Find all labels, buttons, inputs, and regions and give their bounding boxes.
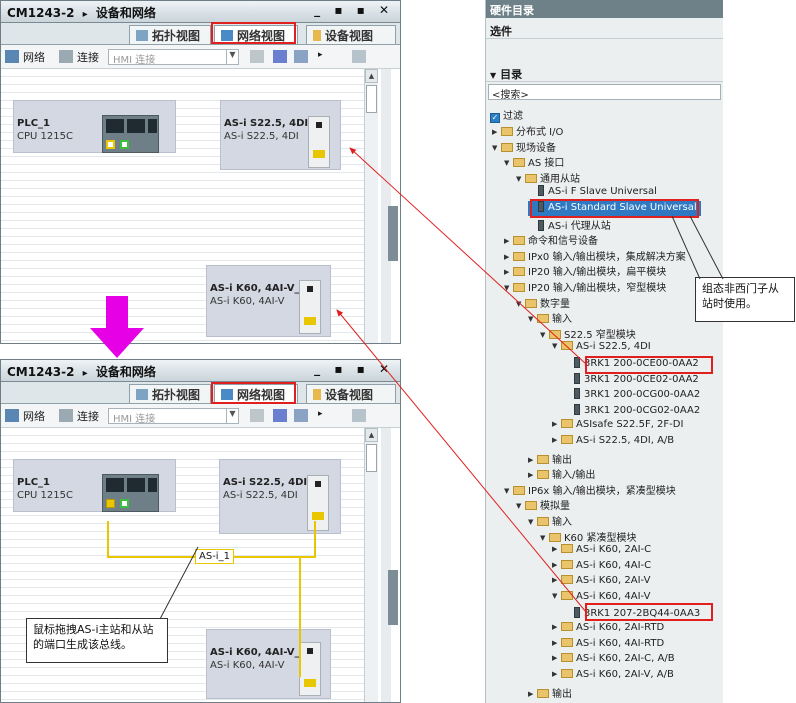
drag-arrows [336, 147, 724, 613]
